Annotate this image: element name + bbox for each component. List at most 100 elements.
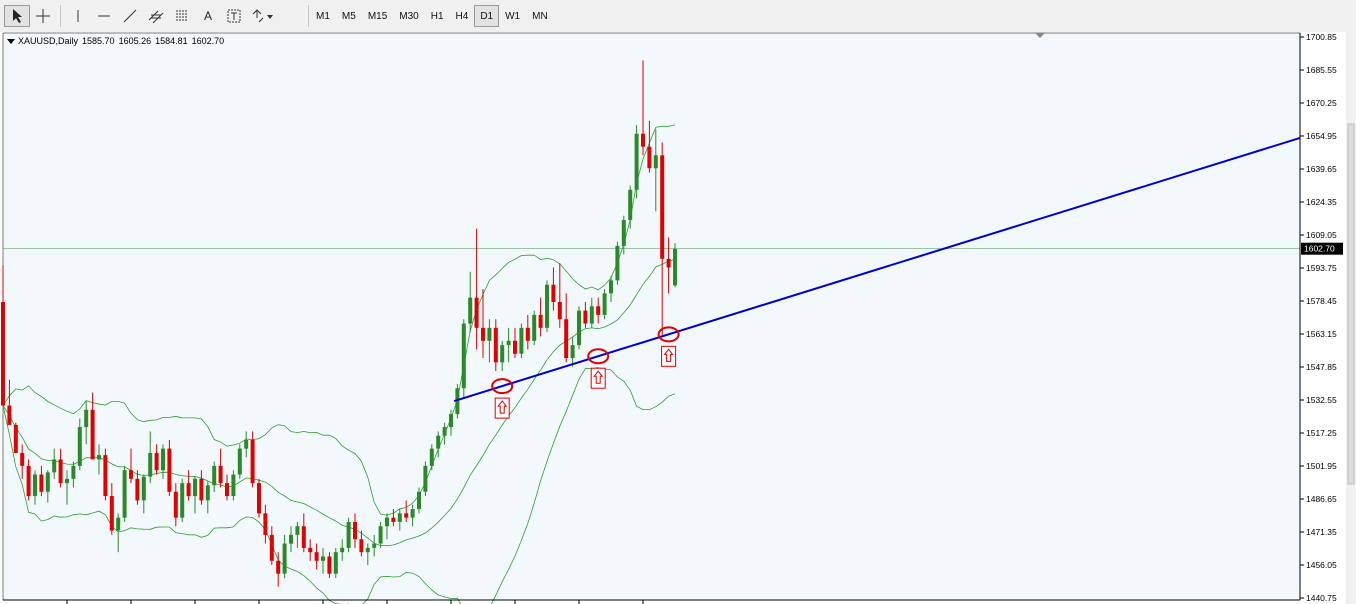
candle-body[interactable] <box>385 517 389 527</box>
candle-body[interactable] <box>493 327 498 363</box>
candle-body[interactable] <box>301 526 306 548</box>
candle-body[interactable] <box>391 517 396 522</box>
candle-body[interactable] <box>468 297 473 324</box>
chart-area[interactable]: 1700.85 1685.55 1670.25 1654.95 1639.65 1624.… <box>0 32 1356 604</box>
candle-body[interactable] <box>116 517 121 531</box>
candle-body[interactable] <box>660 155 665 259</box>
candle-body[interactable] <box>621 220 626 246</box>
candle-body[interactable] <box>442 427 447 436</box>
candle-body[interactable] <box>596 306 601 315</box>
candle-body[interactable] <box>314 552 319 561</box>
timeframe-m30-button[interactable]: M30 <box>393 5 424 27</box>
candle-body[interactable] <box>628 189 633 221</box>
candle-body[interactable] <box>257 483 261 514</box>
candle-body[interactable] <box>506 340 511 346</box>
vertical-line-tool-button[interactable] <box>65 5 91 27</box>
candle-body[interactable] <box>423 465 428 492</box>
candle-body[interactable] <box>77 427 82 466</box>
candle-body[interactable] <box>673 248 677 286</box>
candle-body[interactable] <box>474 297 479 328</box>
candle-body[interactable] <box>129 470 133 479</box>
candle-body[interactable] <box>244 440 249 449</box>
candle-body[interactable] <box>513 340 517 354</box>
candle-body[interactable] <box>340 547 345 553</box>
candle-body[interactable] <box>481 327 485 341</box>
candle-body[interactable] <box>449 414 453 428</box>
candle-body[interactable] <box>218 465 223 484</box>
candle-body[interactable] <box>90 409 95 460</box>
candle-body[interactable] <box>13 424 18 453</box>
crosshair-tool-button[interactable] <box>30 5 56 27</box>
candle-body[interactable] <box>135 478 140 501</box>
candle-body[interactable] <box>589 306 594 324</box>
candle-body[interactable] <box>436 435 441 449</box>
candle-body[interactable] <box>295 526 300 535</box>
timeframe-mn-button[interactable]: MN <box>526 5 554 27</box>
candle-body[interactable] <box>372 543 377 548</box>
candle-body[interactable] <box>321 556 325 561</box>
candle-body[interactable] <box>33 474 37 497</box>
candle-body[interactable] <box>180 483 185 518</box>
candle-body[interactable] <box>141 476 146 501</box>
plot-area[interactable] <box>2 32 1301 601</box>
candle-body[interactable] <box>212 465 217 486</box>
candle-body[interactable] <box>7 405 12 425</box>
candle-body[interactable] <box>525 327 530 341</box>
candle-body[interactable] <box>538 314 543 328</box>
text-label-tool-button[interactable] <box>221 5 247 27</box>
candle-body[interactable] <box>429 448 434 466</box>
candle-body[interactable] <box>84 409 89 428</box>
candle-body[interactable] <box>666 258 671 268</box>
candle-body[interactable] <box>65 478 69 484</box>
candle-body[interactable] <box>45 472 50 492</box>
timeframe-m5-button[interactable]: M5 <box>336 5 362 27</box>
candle-body[interactable] <box>609 280 613 294</box>
candle-body[interactable] <box>365 547 370 553</box>
candle-body[interactable] <box>282 543 287 574</box>
fibonacci-tool-button[interactable] <box>169 5 195 27</box>
candle-body[interactable] <box>173 491 178 518</box>
candle-body[interactable] <box>404 513 409 518</box>
candle-body[interactable] <box>634 133 639 190</box>
candle-body[interactable] <box>39 474 44 492</box>
candle-body[interactable] <box>26 465 31 497</box>
candle-body[interactable] <box>417 491 421 510</box>
candle-body[interactable] <box>1 301 5 406</box>
candle-body[interactable] <box>570 345 575 359</box>
text-tool-button[interactable]: A <box>195 5 221 27</box>
candle-body[interactable] <box>199 478 204 501</box>
timeframe-w1-button[interactable]: W1 <box>499 5 526 27</box>
candle-body[interactable] <box>186 483 191 497</box>
timeframe-h4-button[interactable]: H4 <box>450 5 475 27</box>
candle-body[interactable] <box>353 521 357 540</box>
candle-body[interactable] <box>225 483 229 497</box>
candle-body[interactable] <box>193 478 197 497</box>
candle-body[interactable] <box>378 526 383 544</box>
timeframe-h1-button[interactable]: H1 <box>425 5 450 27</box>
candle-body[interactable] <box>487 327 492 341</box>
candle-body[interactable] <box>359 539 364 553</box>
candle-body[interactable] <box>615 245 620 281</box>
candle-body[interactable] <box>237 448 242 475</box>
candle-body[interactable] <box>289 534 293 544</box>
timeframe-d1-button[interactable]: D1 <box>474 5 500 27</box>
candle-body[interactable] <box>519 327 524 354</box>
timeframe-m15-button[interactable]: M15 <box>362 5 393 27</box>
candle-body[interactable] <box>500 345 505 363</box>
candle-body[interactable] <box>154 452 159 471</box>
candle-body[interactable] <box>653 155 658 169</box>
candle-body[interactable] <box>109 496 114 531</box>
candle-body[interactable] <box>557 301 562 320</box>
price-chart[interactable]: 1700.85 1685.55 1670.25 1654.95 1639.65 1624.… <box>0 32 1356 604</box>
candle-body[interactable] <box>308 547 313 553</box>
channel-tool-button[interactable] <box>143 5 169 27</box>
candle-body[interactable] <box>461 323 466 389</box>
candle-body[interactable] <box>602 293 607 315</box>
candle-body[interactable] <box>52 459 57 473</box>
candle-body[interactable] <box>263 513 268 535</box>
candle-body[interactable] <box>583 310 588 324</box>
candle-body[interactable] <box>545 284 549 328</box>
candle-body[interactable] <box>410 509 415 518</box>
candle-body[interactable] <box>397 513 402 522</box>
candle-body[interactable] <box>327 556 332 574</box>
